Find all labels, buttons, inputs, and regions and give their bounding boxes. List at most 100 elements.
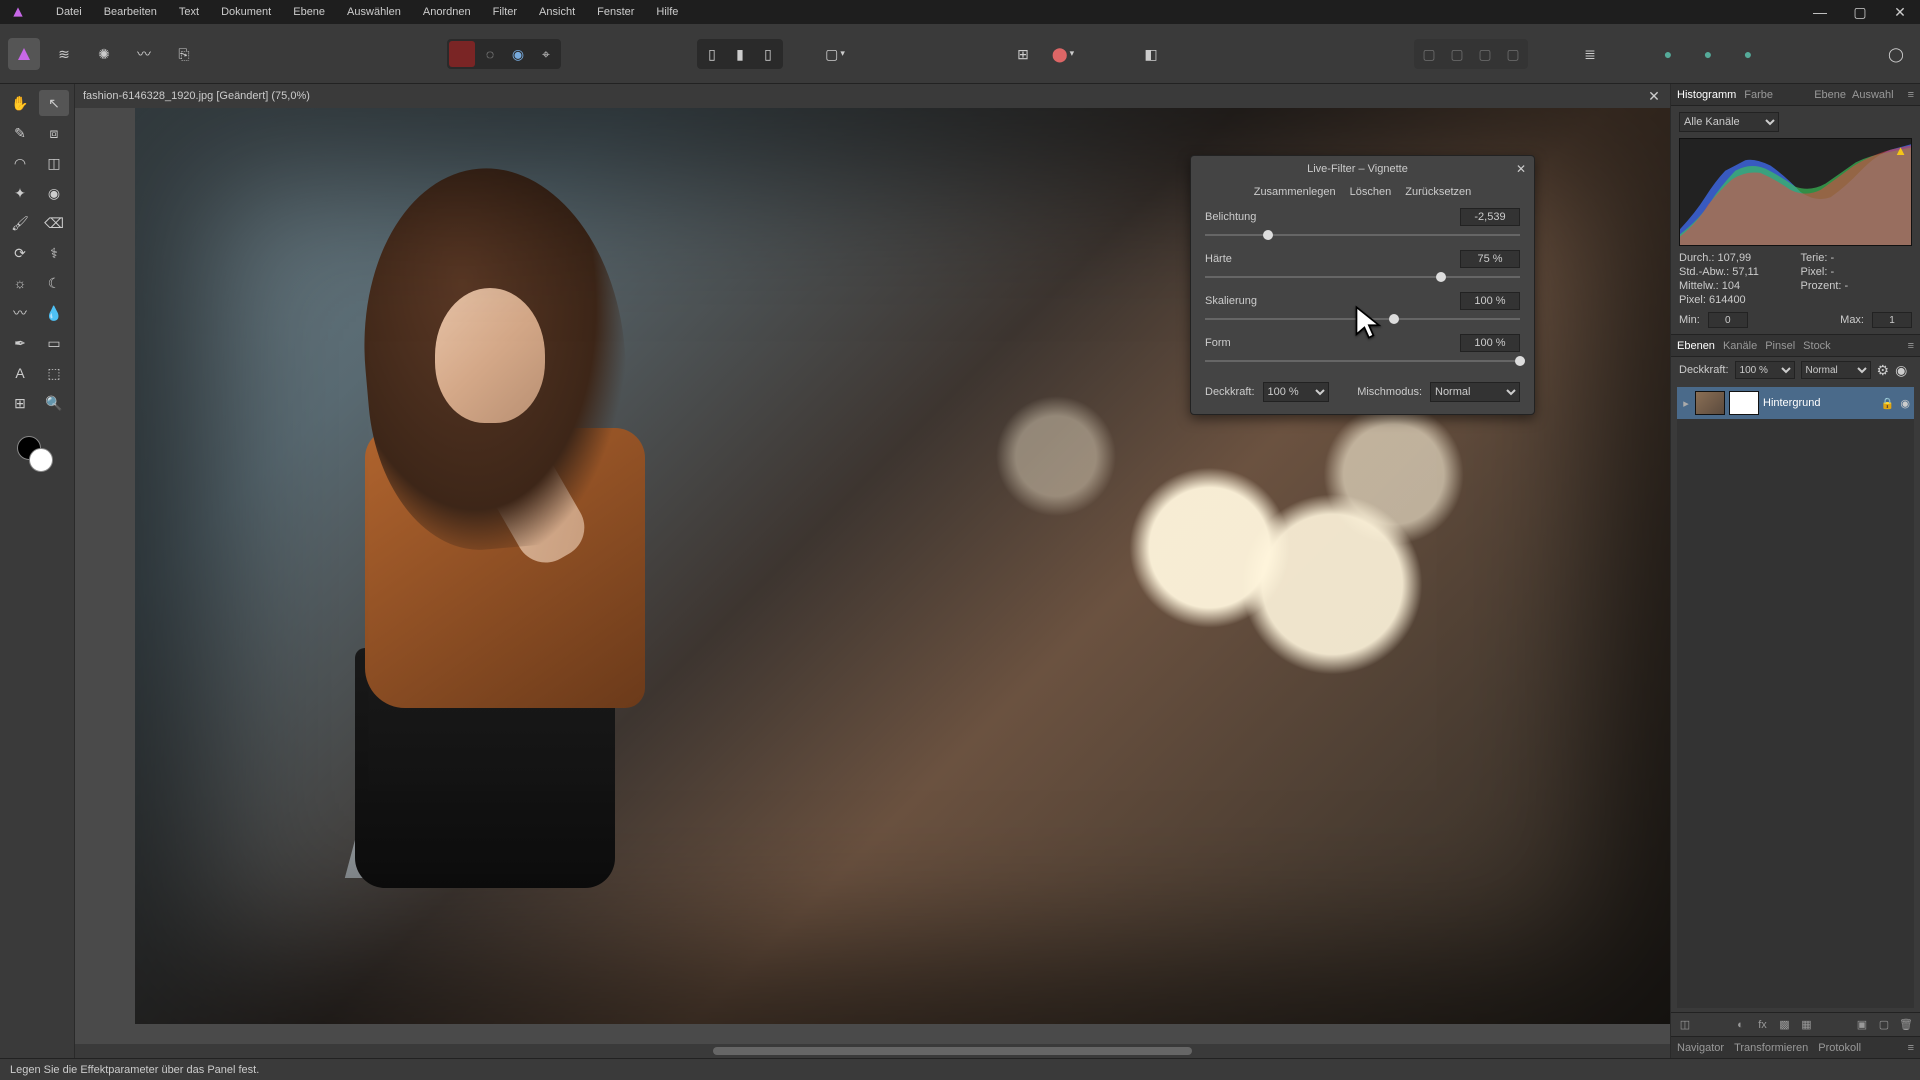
blur-tool[interactable]: 💧: [39, 300, 69, 326]
selection-brush-tool[interactable]: ◠: [5, 150, 35, 176]
tab-ebenen[interactable]: Ebenen: [1677, 340, 1715, 352]
smudge-tool[interactable]: 〰: [5, 300, 35, 326]
live-filter-panel[interactable]: Live-Filter – Vignette ✕ Zusammenlegen L…: [1190, 155, 1535, 415]
flood-select-tool[interactable]: ✦: [5, 180, 35, 206]
exposure-value[interactable]: -2,539: [1460, 208, 1520, 226]
panel-menu-icon[interactable]: ≡: [1908, 89, 1914, 101]
text-tool[interactable]: A: [5, 360, 35, 386]
color-swatches[interactable]: [17, 436, 57, 476]
layer-name[interactable]: Hintergrund: [1763, 397, 1877, 409]
clone-tool[interactable]: ⟳: [5, 240, 35, 266]
align-right-button[interactable]: ▯: [755, 41, 781, 67]
menu-fenster[interactable]: Fenster: [587, 2, 644, 22]
persona-develop-button[interactable]: ✺: [88, 38, 120, 70]
hardness-slider[interactable]: [1205, 270, 1520, 284]
menu-text[interactable]: Text: [169, 2, 209, 22]
max-input[interactable]: [1872, 312, 1912, 328]
snap-button[interactable]: ⊞: [1007, 38, 1039, 70]
cloud-2-button[interactable]: ●: [1692, 38, 1724, 70]
quick-mask-button[interactable]: ◧: [1135, 38, 1167, 70]
add-layer-button[interactable]: ▢: [1876, 1017, 1892, 1033]
delete-layer-button[interactable]: 🗑: [1898, 1017, 1914, 1033]
layer-row[interactable]: ▸ Hintergrund 🔒 ◉: [1677, 387, 1914, 419]
visibility-icon[interactable]: ◉: [1900, 397, 1910, 410]
menu-bearbeiten[interactable]: Bearbeiten: [94, 2, 167, 22]
burn-tool[interactable]: ☾: [39, 270, 69, 296]
layer-visibility-icon[interactable]: ◉: [1895, 363, 1907, 377]
swatch-picker-button[interactable]: ⌖: [533, 41, 559, 67]
menu-anordnen[interactable]: Anordnen: [413, 2, 481, 22]
tab-auswahl[interactable]: Auswahl: [1852, 89, 1894, 101]
tab-histogram[interactable]: Histogramm: [1677, 89, 1736, 101]
persona-liquify-button[interactable]: ≋: [48, 38, 80, 70]
tab-transformieren[interactable]: Transformieren: [1734, 1042, 1808, 1054]
frame-text-tool[interactable]: ⬚: [39, 360, 69, 386]
hand-tool[interactable]: ✋: [5, 90, 35, 116]
account-button[interactable]: ◯: [1880, 38, 1912, 70]
menu-hilfe[interactable]: Hilfe: [646, 2, 688, 22]
delete-button[interactable]: Löschen: [1350, 186, 1392, 198]
scale-slider[interactable]: [1205, 312, 1520, 326]
panel-titlebar[interactable]: Live-Filter – Vignette ✕: [1191, 156, 1534, 182]
persona-export-button[interactable]: ⎘: [168, 38, 200, 70]
tab-pinsel[interactable]: Pinsel: [1765, 340, 1795, 352]
shape-value[interactable]: 100 %: [1460, 334, 1520, 352]
persona-tone-button[interactable]: 〰: [128, 38, 160, 70]
align-left-button[interactable]: ▯: [699, 41, 725, 67]
persona-photo-button[interactable]: [8, 38, 40, 70]
menu-filter[interactable]: Filter: [483, 2, 527, 22]
flood-fill-tool[interactable]: ◉: [39, 180, 69, 206]
crop-tool[interactable]: ⧈: [39, 120, 69, 146]
window-close-button[interactable]: ✕: [1880, 0, 1920, 24]
panel-close-button[interactable]: ✕: [1516, 162, 1526, 176]
zoom-tool[interactable]: 🔍: [39, 390, 69, 416]
menu-dokument[interactable]: Dokument: [211, 2, 281, 22]
color-picker-tool[interactable]: ✎: [5, 120, 35, 146]
panel-menu-icon[interactable]: ≡: [1908, 1042, 1914, 1054]
mask-button[interactable]: ◫: [1677, 1017, 1693, 1033]
blend-select[interactable]: Normal: [1430, 382, 1520, 402]
tab-protokoll[interactable]: Protokoll: [1818, 1042, 1861, 1054]
layer-settings-icon[interactable]: ⚙: [1877, 363, 1890, 377]
shape-tool[interactable]: ▭: [39, 330, 69, 356]
menu-datei[interactable]: Datei: [46, 2, 92, 22]
layer-blend-select[interactable]: Normal: [1801, 361, 1871, 379]
align-center-button[interactable]: ▮: [727, 41, 753, 67]
layer-opacity-select[interactable]: 100 %: [1735, 361, 1795, 379]
move-tool[interactable]: ↖: [39, 90, 69, 116]
tab-farbe[interactable]: Farbe: [1744, 89, 1773, 101]
cloud-3-button[interactable]: ●: [1732, 38, 1764, 70]
crop-ratio-button[interactable]: ▢▾: [819, 38, 851, 70]
background-swatch[interactable]: [29, 448, 53, 472]
menu-auswaehlen[interactable]: Auswählen: [337, 2, 411, 22]
horizontal-scrollbar[interactable]: [75, 1044, 1670, 1058]
fx-button[interactable]: fx: [1755, 1017, 1771, 1033]
opacity-select[interactable]: 100 %: [1263, 382, 1329, 402]
window-minimize-button[interactable]: —: [1800, 0, 1840, 24]
tab-kanaele[interactable]: Kanäle: [1723, 340, 1757, 352]
channel-select[interactable]: Alle Kanäle: [1679, 112, 1779, 132]
magnet-button[interactable]: ⬤▾: [1047, 38, 1079, 70]
paint-brush-tool[interactable]: 🖌: [5, 210, 35, 236]
reset-button[interactable]: Zurücksetzen: [1405, 186, 1471, 198]
hardness-value[interactable]: 75 %: [1460, 250, 1520, 268]
tab-ebene[interactable]: Ebene: [1814, 89, 1846, 101]
shape-slider[interactable]: [1205, 354, 1520, 368]
marquee-tool[interactable]: ◫: [39, 150, 69, 176]
live-filter-button[interactable]: ▩: [1777, 1017, 1793, 1033]
erase-tool[interactable]: ⌫: [39, 210, 69, 236]
panel-menu-icon[interactable]: ≡: [1908, 340, 1914, 352]
inpaint-tool[interactable]: ⚕: [39, 240, 69, 266]
window-maximize-button[interactable]: ▢: [1840, 0, 1880, 24]
cloud-1-button[interactable]: ●: [1652, 38, 1684, 70]
group-button[interactable]: ▣: [1854, 1017, 1870, 1033]
document-tab-close[interactable]: ✕: [1646, 88, 1662, 104]
dodge-tool[interactable]: ☼: [5, 270, 35, 296]
merge-button[interactable]: Zusammenlegen: [1254, 186, 1336, 198]
lock-icon[interactable]: 🔒: [1881, 397, 1895, 410]
mask-layer-button[interactable]: ▦: [1799, 1017, 1815, 1033]
scale-value[interactable]: 100 %: [1460, 292, 1520, 310]
menu-ansicht[interactable]: Ansicht: [529, 2, 585, 22]
tab-navigator[interactable]: Navigator: [1677, 1042, 1724, 1054]
exposure-slider[interactable]: [1205, 228, 1520, 242]
